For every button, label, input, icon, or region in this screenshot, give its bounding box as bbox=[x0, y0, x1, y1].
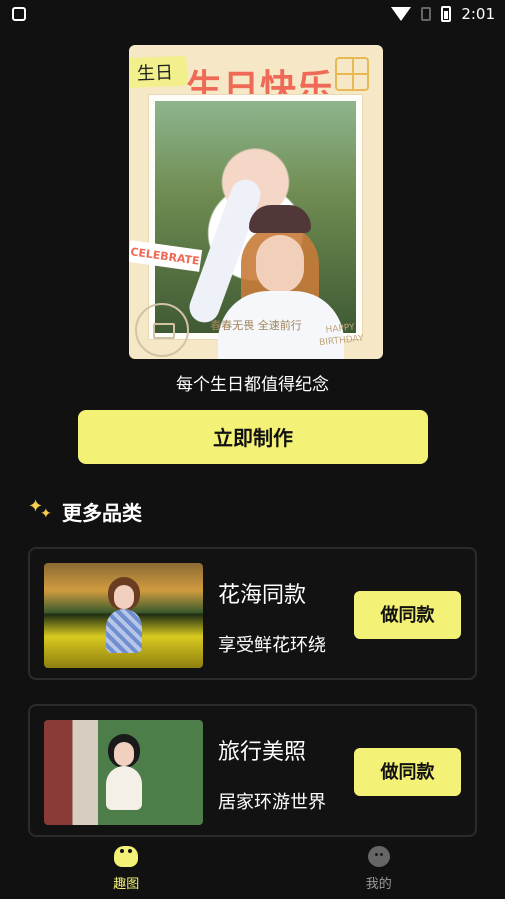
nav-item-mine[interactable]: 我的 bbox=[319, 844, 439, 892]
thumbnail-body bbox=[106, 609, 142, 653]
template-motto: 春春无畏 全速前行 bbox=[210, 319, 302, 332]
birthday-template-card[interactable]: 生日 生日快乐 CELEBRATE 春春无畏 全速前行 HAPPY BIRTHD… bbox=[129, 45, 383, 359]
category-subtitle: 享受鲜花环绕 bbox=[218, 635, 326, 656]
thumbnail-person bbox=[102, 734, 146, 816]
category-thumbnail bbox=[44, 720, 203, 825]
template-photo-frame bbox=[149, 95, 362, 359]
sim-icon bbox=[421, 7, 432, 21]
category-card-flower[interactable]: 花海同款 享受鲜花环绕 做同款 bbox=[28, 547, 477, 680]
smile-icon bbox=[114, 846, 139, 867]
thumbnail-face bbox=[114, 585, 134, 609]
hero-caption: 每个生日都值得纪念 bbox=[176, 375, 329, 395]
happy-birthday-text: HAPPY BIRTHDAY bbox=[318, 322, 365, 349]
category-subtitle: 居家环游世界 bbox=[218, 792, 326, 813]
face-icon bbox=[367, 846, 390, 867]
make-same-button[interactable]: 做同款 bbox=[354, 591, 461, 639]
air-mail-stamp-icon bbox=[135, 303, 189, 357]
make-same-button[interactable]: 做同款 bbox=[354, 748, 461, 796]
status-icons: 2:01 bbox=[391, 5, 495, 23]
create-now-button[interactable]: 立即制作 bbox=[78, 410, 428, 464]
photo-face bbox=[256, 235, 304, 293]
sparkle-icon: ✦ ✦ bbox=[28, 496, 52, 522]
notification-icon bbox=[12, 7, 26, 21]
section-title: 更多品类 bbox=[62, 500, 142, 525]
thumbnail-body bbox=[106, 766, 142, 810]
section-header: ✦ ✦ 更多品类 bbox=[26, 494, 246, 528]
status-time: 2:01 bbox=[461, 5, 495, 23]
thumbnail-person bbox=[102, 577, 146, 659]
category-card-travel[interactable]: 旅行美照 居家环游世界 做同款 bbox=[28, 704, 477, 837]
nav-label: 趣图 bbox=[113, 877, 140, 892]
battery-icon bbox=[441, 6, 452, 22]
nav-item-fun-pics[interactable]: 趣图 bbox=[66, 844, 186, 892]
nav-label: 我的 bbox=[365, 877, 392, 892]
category-title: 花海同款 bbox=[218, 583, 307, 608]
bottom-navigation: 趣图 我的 bbox=[0, 844, 505, 899]
template-photo bbox=[155, 101, 356, 359]
photo-hat bbox=[249, 205, 311, 233]
category-thumbnail bbox=[44, 563, 203, 668]
wifi-icon bbox=[391, 7, 412, 21]
template-badge: 生日 bbox=[129, 55, 188, 89]
gift-icon bbox=[335, 57, 369, 91]
thumbnail-face bbox=[114, 742, 134, 766]
status-bar: 2:01 bbox=[0, 0, 505, 28]
category-title: 旅行美照 bbox=[218, 740, 307, 765]
